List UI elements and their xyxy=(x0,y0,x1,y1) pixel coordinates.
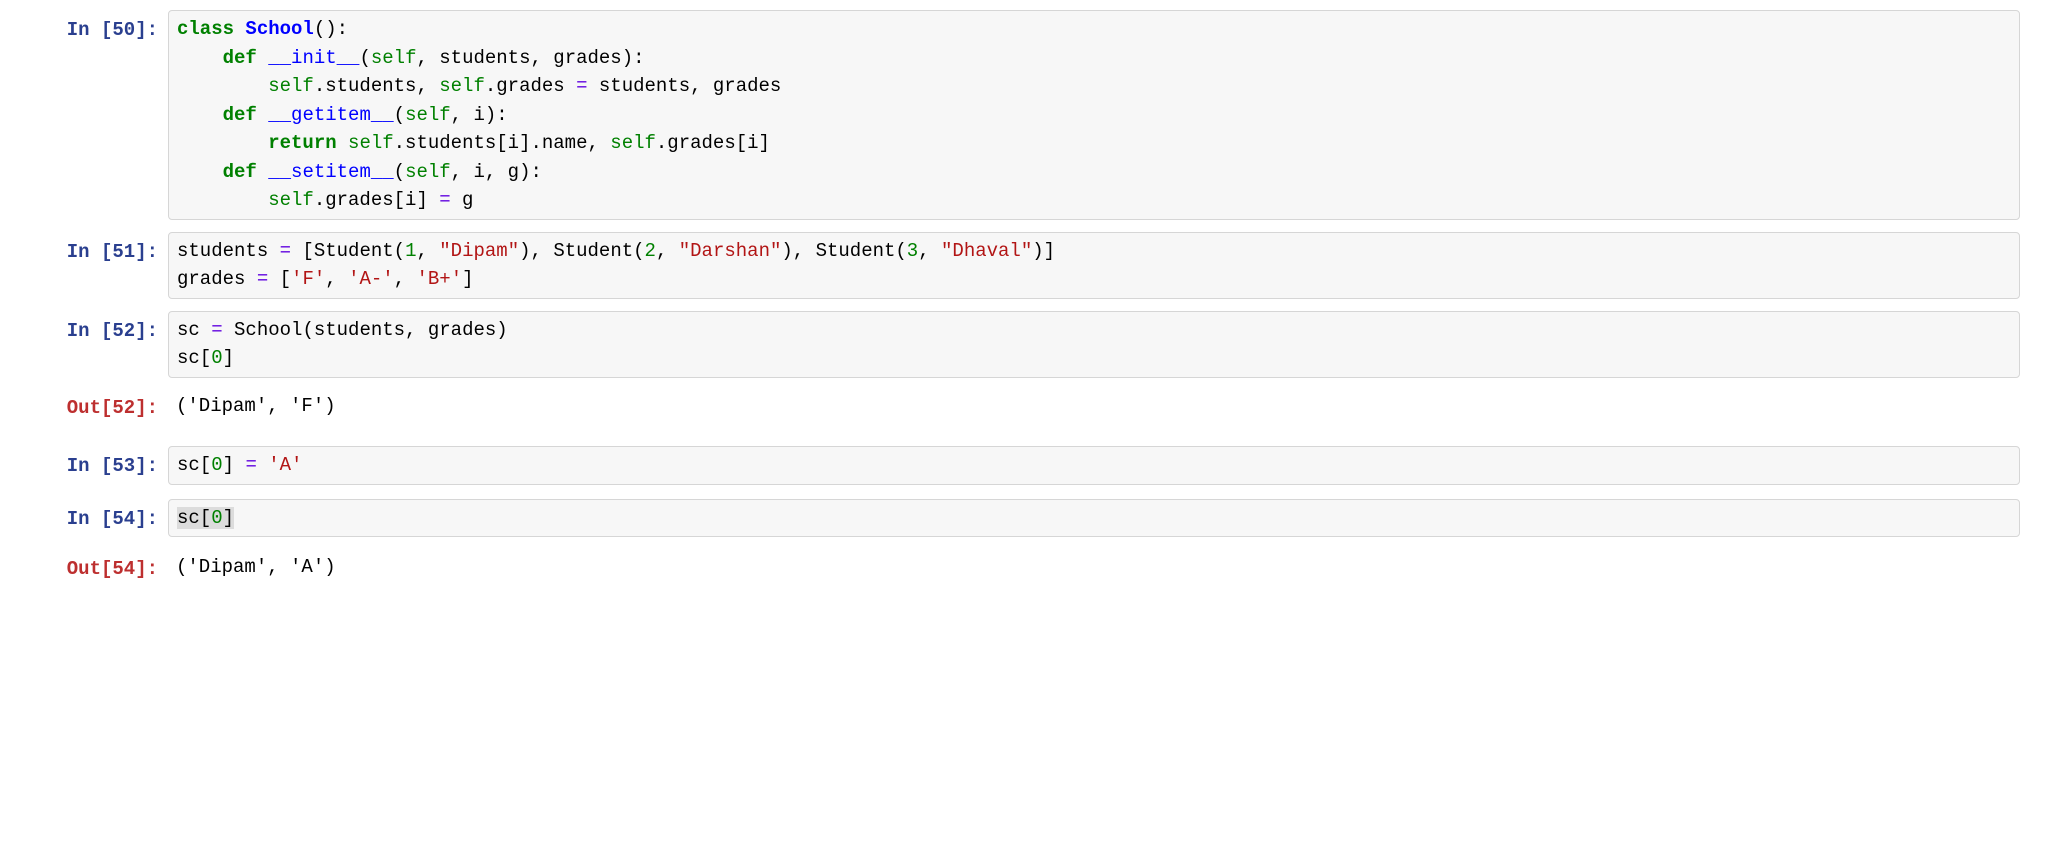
code-content[interactable]: sc[0] = 'A' xyxy=(177,451,2011,480)
code-cell: In [51]: students = [Student(1, "Dipam"),… xyxy=(28,232,2020,299)
input-prompt: In [50]: xyxy=(28,10,168,51)
output-cell: Out[52]: ('Dipam', 'F') xyxy=(28,388,2020,429)
output-area: ('Dipam', 'F') xyxy=(168,388,2020,425)
output-area: ('Dipam', 'A') xyxy=(168,549,2020,586)
code-content[interactable]: sc[0] xyxy=(177,504,2011,533)
prompt-label: In [50]: xyxy=(67,19,158,41)
output-cell: Out[54]: ('Dipam', 'A') xyxy=(28,549,2020,590)
code-input-area[interactable]: sc[0] = 'A' xyxy=(168,446,2020,485)
code-content[interactable]: students = [Student(1, "Dipam"), Student… xyxy=(177,237,2011,294)
code-cell: In [54]: sc[0] xyxy=(28,499,2020,540)
jupyter-notebook: In [50]: class School(): def __init__(sel… xyxy=(0,0,2048,638)
output-text: ('Dipam', 'F') xyxy=(176,392,2012,421)
input-prompt: In [52]: xyxy=(28,311,168,352)
output-text: ('Dipam', 'A') xyxy=(176,553,2012,582)
prompt-label: In [54]: xyxy=(67,508,158,530)
code-cell: In [52]: sc = School(students, grades) sc… xyxy=(28,311,2020,378)
code-cell: In [50]: class School(): def __init__(sel… xyxy=(28,10,2020,220)
code-input-area[interactable]: class School(): def __init__(self, stude… xyxy=(168,10,2020,220)
input-prompt: In [54]: xyxy=(28,499,168,540)
prompt-label: In [51]: xyxy=(67,241,158,263)
code-input-area[interactable]: sc = School(students, grades) sc[0] xyxy=(168,311,2020,378)
prompt-label: Out[54]: xyxy=(67,558,158,580)
code-input-area[interactable]: students = [Student(1, "Dipam"), Student… xyxy=(168,232,2020,299)
input-prompt: In [53]: xyxy=(28,446,168,487)
code-input-area[interactable]: sc[0] xyxy=(168,499,2020,538)
prompt-label: Out[52]: xyxy=(67,397,158,419)
code-content[interactable]: sc = School(students, grades) sc[0] xyxy=(177,316,2011,373)
code-cell: In [53]: sc[0] = 'A' xyxy=(28,446,2020,487)
output-prompt: Out[54]: xyxy=(28,549,168,590)
prompt-label: In [52]: xyxy=(67,320,158,342)
prompt-label: In [53]: xyxy=(67,455,158,477)
output-prompt: Out[52]: xyxy=(28,388,168,429)
code-content[interactable]: class School(): def __init__(self, stude… xyxy=(177,15,2011,215)
input-prompt: In [51]: xyxy=(28,232,168,273)
